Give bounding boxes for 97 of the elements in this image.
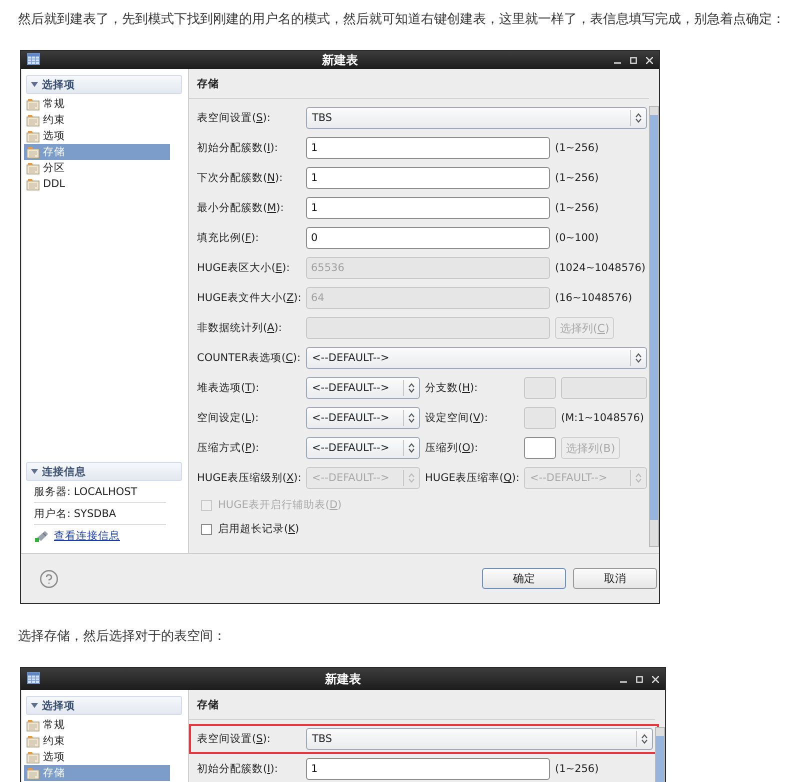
- field-label: COUNTER表选项(C):: [197, 351, 301, 365]
- section-header[interactable]: 连接信息: [26, 462, 182, 481]
- chevron-icon: [635, 113, 642, 123]
- header-label: 连接信息: [42, 464, 86, 478]
- field-label: 填充比例(F):: [197, 231, 260, 245]
- sidebar-item[interactable]: 约束: [24, 112, 170, 128]
- collapse-icon[interactable]: [31, 703, 38, 708]
- field-label: 初始分配簇数(I):: [197, 762, 279, 776]
- text-field[interactable]: 1: [306, 167, 550, 189]
- chevron-icon: [408, 413, 415, 423]
- range-hint: (0~100): [555, 232, 599, 244]
- field-label: HUGE表区大小(E):: [197, 261, 291, 275]
- dropdown[interactable]: TBS: [306, 107, 647, 129]
- sidebar-item[interactable]: 选项: [24, 749, 170, 765]
- chevron-icon: [408, 383, 415, 393]
- table-icon: [26, 766, 40, 780]
- field-label: 设定空间(V):: [425, 411, 489, 425]
- plug-icon: [34, 529, 50, 543]
- chevron-icon: [408, 443, 415, 453]
- dropdown[interactable]: <--DEFAULT-->: [306, 437, 420, 459]
- sidebar-item[interactable]: 约束: [24, 733, 170, 749]
- field-label: 表空间设置(S):: [197, 732, 272, 746]
- table-icon: [26, 734, 40, 748]
- text-field[interactable]: 1: [306, 758, 550, 780]
- field-label: HUGE表压缩率(Q):: [425, 471, 519, 485]
- dialog-button[interactable]: 确定: [482, 568, 566, 589]
- info-line: 服务器: LOCALHOST: [34, 481, 166, 503]
- chevron-icon: [641, 734, 648, 744]
- window-icon: [27, 672, 40, 684]
- field-label: 空间设定(L):: [197, 411, 260, 425]
- sidebar-item[interactable]: 选项: [24, 128, 170, 144]
- checkbox-label: 启用超长记录(K): [218, 522, 300, 536]
- field-label: 初始分配簇数(I):: [197, 141, 279, 155]
- field-label: 最小分配簇数(M):: [197, 201, 285, 215]
- window-title: 新建表: [325, 670, 361, 688]
- section-header[interactable]: 选择项: [26, 75, 182, 94]
- chevron-icon: [635, 353, 642, 363]
- text-field[interactable]: 1: [306, 137, 550, 159]
- header-label: 选择项: [42, 78, 75, 92]
- dropdown[interactable]: TBS: [306, 728, 653, 750]
- range-hint: (1~256): [555, 202, 599, 214]
- collapse-icon[interactable]: [31, 469, 38, 474]
- collapse-icon[interactable]: [31, 82, 38, 87]
- field-label: 下次分配簇数(N):: [197, 171, 284, 185]
- text-field[interactable]: 0: [306, 227, 550, 249]
- field-label: 压缩方式(P):: [197, 441, 260, 455]
- sidebar-item[interactable]: DDL: [24, 176, 170, 192]
- range-hint: (1~256): [555, 763, 599, 775]
- text-field[interactable]: [524, 437, 556, 459]
- sidebar-item[interactable]: 常规: [24, 96, 170, 112]
- table-icon: [26, 98, 40, 110]
- body-text: 选择存储，然后选择对于的表空间：: [18, 628, 227, 646]
- range-hint: (1~256): [555, 142, 599, 154]
- field-label: 分支数(H):: [425, 381, 479, 395]
- help-icon[interactable]: [39, 568, 59, 588]
- field-label: 非数据统计列(A):: [197, 321, 283, 335]
- connection-info-link[interactable]: 查看连接信息: [54, 529, 120, 543]
- checkbox[interactable]: [201, 524, 212, 534]
- table-icon: [26, 146, 40, 158]
- range-hint: (1~256): [555, 172, 599, 184]
- scrollbar[interactable]: [649, 106, 659, 547]
- field-label: 压缩列(O):: [425, 441, 480, 455]
- range-hint: (16~1048576): [555, 292, 632, 304]
- section-title: 存储: [189, 69, 649, 99]
- table-icon: [26, 750, 40, 764]
- close-icon[interactable]: [646, 56, 653, 64]
- dialog-button[interactable]: 取消: [573, 568, 657, 589]
- field-label: 堆表选项(T):: [197, 381, 260, 395]
- info-line: 用户名: SYSDBA: [34, 503, 166, 525]
- table-icon: [26, 178, 40, 190]
- window-icon: [27, 52, 40, 64]
- sidebar-item[interactable]: 分区: [24, 160, 170, 176]
- window-title: 新建表: [322, 52, 358, 68]
- section-title: 存储: [189, 690, 655, 720]
- checkbox-label: HUGE表开启行辅助表(D): [218, 498, 342, 512]
- chevron-icon: [408, 473, 415, 483]
- table-icon: [26, 130, 40, 142]
- header-label: 选择项: [42, 698, 75, 712]
- table-icon: [26, 718, 40, 732]
- dropdown[interactable]: <--DEFAULT-->: [306, 347, 647, 369]
- maximize-icon[interactable]: [636, 676, 643, 682]
- sidebar-item[interactable]: 常规: [24, 717, 170, 733]
- range-hint: (M:1~1048576): [561, 412, 644, 424]
- close-icon[interactable]: [652, 676, 659, 682]
- range-hint: (1024~1048576): [555, 262, 646, 274]
- text-field[interactable]: 1: [306, 197, 550, 219]
- section-header[interactable]: 选择项: [26, 696, 182, 715]
- field-label: HUGE表文件大小(Z):: [197, 291, 301, 305]
- table-icon: [26, 162, 40, 174]
- dropdown[interactable]: <--DEFAULT-->: [306, 407, 420, 429]
- maximize-icon[interactable]: [630, 56, 637, 64]
- field-label: 表空间设置(S):: [197, 111, 272, 125]
- chevron-icon: [635, 473, 642, 483]
- table-icon: [26, 114, 40, 126]
- dropdown[interactable]: <--DEFAULT-->: [306, 377, 420, 399]
- body-text: 然后就到建表了，先到模式下找到刚建的用户名的模式，然后就可知道右键创建表，这里就一样了，表信息填写完成，别急着点确定：: [18, 11, 786, 29]
- field-label: HUGE表压缩级别(X):: [197, 471, 301, 485]
